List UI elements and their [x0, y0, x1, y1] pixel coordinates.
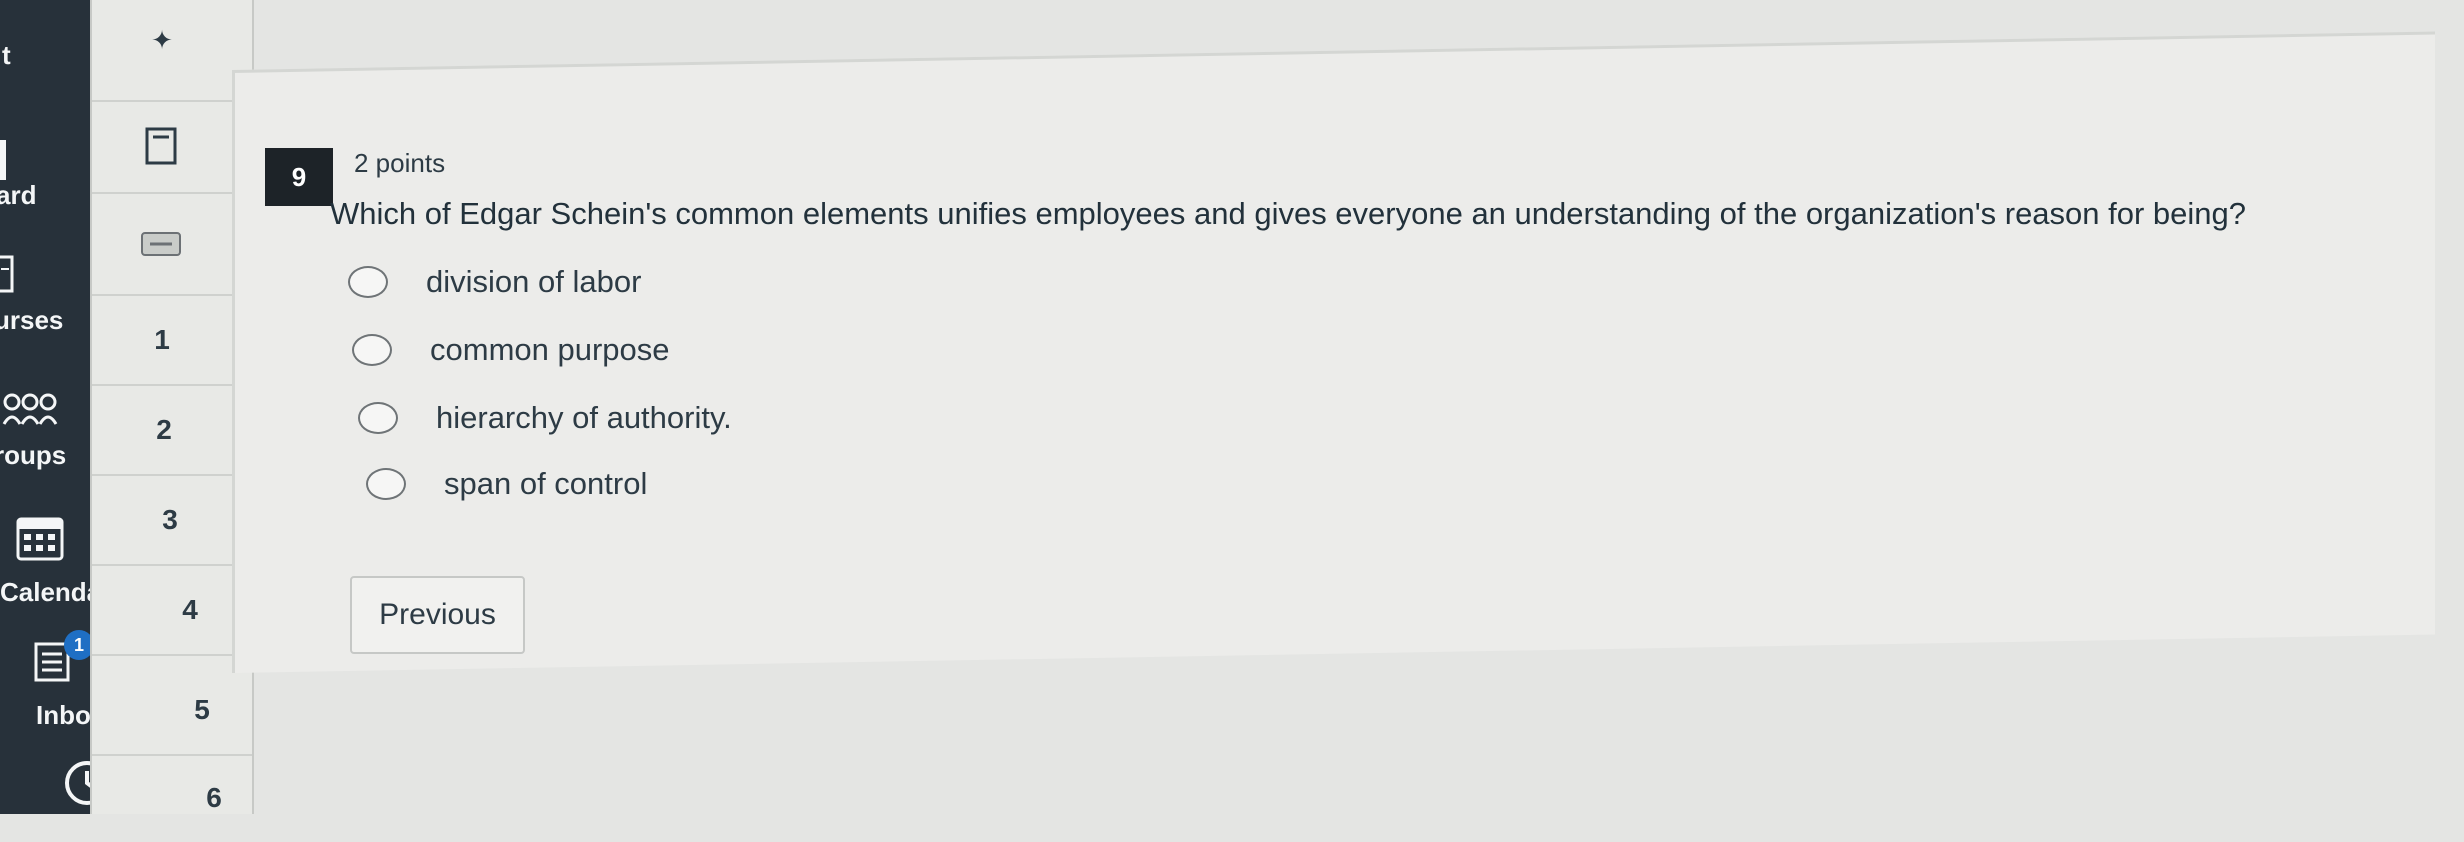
- question-number-badge: 9: [265, 148, 333, 206]
- question-link-2[interactable]: 2: [92, 386, 252, 476]
- pin-icon[interactable]: ✦: [151, 25, 173, 56]
- question-link-1[interactable]: 1: [92, 296, 252, 386]
- nav-label-groups: roups: [0, 440, 67, 470]
- keyboard-icon[interactable]: [140, 229, 184, 259]
- answer-option-label: span of control: [444, 466, 648, 501]
- answer-option-label: hierarchy of authority.: [436, 400, 732, 435]
- groups-icon: [2, 393, 58, 425]
- keyboard-cell[interactable]: [92, 194, 252, 296]
- question-text: Which of Edgar Schein's common elements …: [330, 196, 2247, 231]
- question-link-6-label: 6: [206, 782, 222, 813]
- answer-option-label: common purpose: [430, 332, 670, 367]
- courses-icon: [0, 255, 14, 293]
- nav-label-courses: urses: [0, 305, 64, 335]
- question-link-3-label: 3: [162, 504, 178, 535]
- nav-label-dashboard: ard: [0, 180, 37, 210]
- question-link-5-label: 5: [194, 694, 210, 725]
- question-link-4-label: 4: [182, 594, 198, 625]
- question-link-5[interactable]: 5: [92, 666, 252, 756]
- answer-option-1[interactable]: division of labor: [348, 264, 641, 300]
- question-link-3[interactable]: 3: [92, 476, 252, 566]
- radio-button[interactable]: [358, 402, 398, 434]
- answer-option-2[interactable]: common purpose: [352, 332, 670, 368]
- radio-button[interactable]: [366, 468, 406, 500]
- question-points: 2 points: [354, 148, 446, 178]
- bookmark-icon[interactable]: [145, 127, 179, 167]
- bookmark-cell[interactable]: [92, 102, 252, 194]
- radio-button[interactable]: [352, 334, 392, 366]
- previous-button[interactable]: Previous: [350, 576, 525, 654]
- pin-cell[interactable]: ✦: [92, 0, 252, 102]
- question-link-4[interactable]: 4: [92, 566, 252, 656]
- global-nav-top-label: t: [2, 40, 11, 70]
- answer-option-3[interactable]: hierarchy of authority.: [358, 400, 732, 436]
- calendar-icon: [16, 517, 64, 561]
- answer-option-4[interactable]: span of control: [366, 466, 647, 502]
- question-link-2-label: 2: [156, 414, 172, 445]
- question-link-1-label: 1: [154, 324, 170, 355]
- dashboard-icon: [0, 140, 6, 180]
- question-link-6[interactable]: 6: [92, 754, 252, 842]
- radio-button[interactable]: [348, 266, 388, 298]
- answer-option-label: division of labor: [426, 264, 642, 299]
- question-navigator: ✦ 1 2 3 4 5 6: [90, 0, 254, 814]
